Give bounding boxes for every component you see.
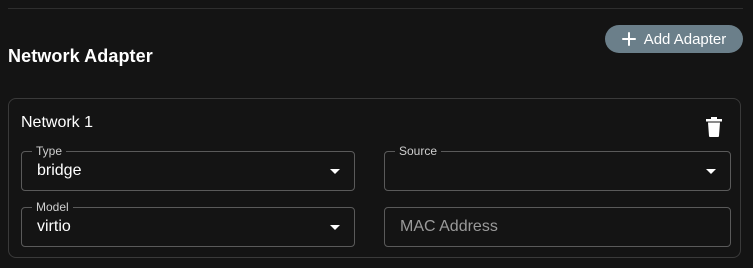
mac-address-placeholder: MAC Address xyxy=(400,218,498,235)
model-value: virtio xyxy=(37,218,71,235)
plus-icon xyxy=(621,32,636,46)
chevron-down-icon xyxy=(330,169,340,174)
section-title: Network Adapter xyxy=(8,46,153,66)
mac-address-input[interactable]: MAC Address xyxy=(384,207,731,247)
top-divider xyxy=(8,8,743,9)
chevron-down-icon xyxy=(706,169,716,174)
trash-icon[interactable] xyxy=(705,117,723,137)
type-value: bridge xyxy=(37,162,82,179)
add-adapter-label: Add Adapter xyxy=(643,30,727,48)
model-select[interactable]: Model virtio xyxy=(21,200,355,247)
source-label: Source xyxy=(395,144,442,158)
network-adapter-card: Network 1 Type bridge Source Model virti… xyxy=(8,98,741,258)
add-adapter-button[interactable]: Add Adapter xyxy=(605,25,743,53)
adapter-title: Network 1 xyxy=(21,114,94,131)
type-select[interactable]: Type bridge xyxy=(21,144,355,191)
chevron-down-icon xyxy=(330,225,340,230)
source-select[interactable]: Source xyxy=(384,144,731,191)
model-label: Model xyxy=(32,200,73,214)
type-label: Type xyxy=(32,144,67,158)
